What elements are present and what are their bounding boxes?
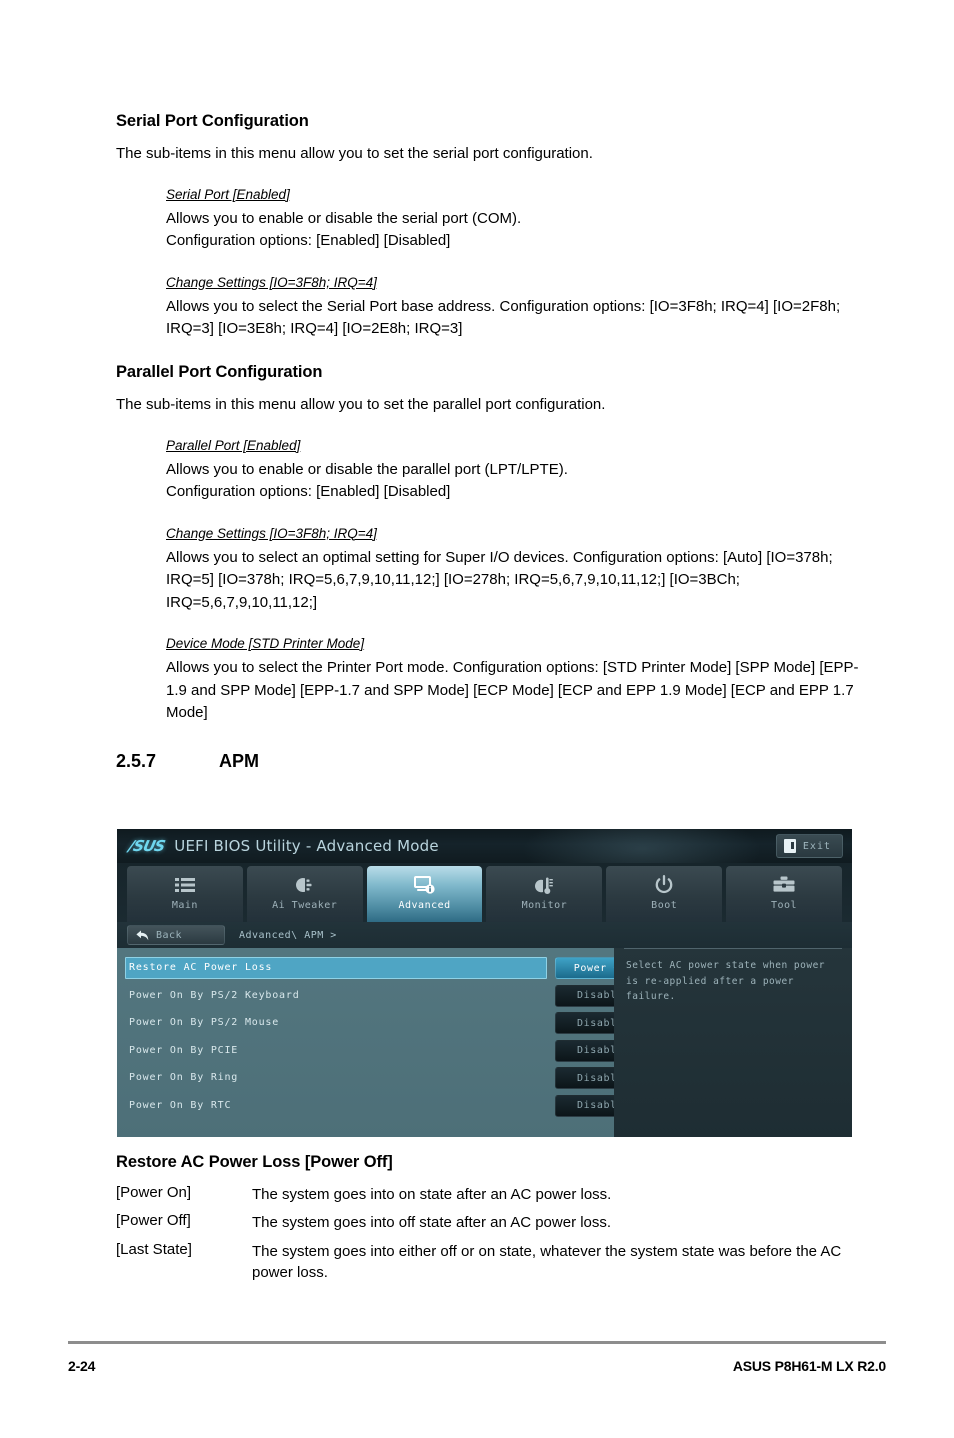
- tab-ai-tweaker[interactable]: Ai Tweaker: [246, 866, 363, 922]
- serial-port-items: Serial Port [Enabled] Allows you to enab…: [166, 187, 876, 341]
- tab-tool[interactable]: Tool: [726, 866, 842, 922]
- manual-page: Serial Port Configuration The sub-items …: [0, 0, 954, 1438]
- item-line: Configuration options: [Enabled] [Disabl…: [166, 232, 451, 250]
- item-title-device-mode: Device Mode [STD Printer Mode]: [166, 636, 365, 651]
- list-icon: [174, 873, 195, 897]
- item-title-parallel-port: Parallel Port [Enabled]: [166, 437, 301, 453]
- definition-row-power-on: [Power On] The system goes into on state…: [116, 1184, 876, 1205]
- toolbox-icon: [773, 873, 795, 897]
- exit-door-icon: [783, 839, 796, 853]
- setting-row-power-on-ps2-keyboard[interactable]: Power On By PS/2 Keyboard Disabled: [117, 982, 652, 1010]
- section-heading-serial-port: Serial Port Configuration: [116, 112, 309, 130]
- setting-label: Power On By PS/2 Keyboard: [129, 989, 300, 1001]
- definition-row-power-off: [Power Off] The system goes into off sta…: [116, 1212, 876, 1233]
- item-body-serial-change-settings: Allows you to select the Serial Port bas…: [166, 297, 841, 338]
- tab-tool-label: Tool: [771, 900, 798, 911]
- definition-row-last-state: [Last State] The system goes into either…: [116, 1241, 876, 1284]
- definition-value: The system goes into either off or on st…: [252, 1242, 842, 1281]
- numbered-heading-apm: 2.5.7 APM: [116, 751, 876, 772]
- back-button[interactable]: Back: [127, 925, 225, 945]
- setting-heading-restore-ac-power-loss: Restore AC Power Loss [Power Off]: [116, 1153, 393, 1171]
- breadcrumb: Advanced\ APM >: [239, 929, 337, 941]
- definition-value: The system goes into off state after an …: [252, 1214, 612, 1232]
- power-icon: [654, 873, 674, 897]
- back-arrow-icon: [136, 926, 149, 945]
- thermometer-fan-icon: [533, 873, 555, 897]
- footer-model-name: ASUS P8H61-M LX R2.0: [732, 1358, 886, 1374]
- tweak-icon: [294, 873, 316, 897]
- advanced-monitor-icon: [413, 873, 436, 897]
- section-heading-parallel-port: Parallel Port Configuration: [116, 362, 323, 381]
- tab-ai-tweaker-label: Ai Tweaker: [272, 900, 338, 911]
- heading-title: APM: [219, 750, 259, 771]
- tab-boot-label: Boot: [651, 900, 678, 911]
- settings-list: Restore AC Power Loss Power Off Power On…: [117, 948, 652, 1137]
- bios-content-area: Restore AC Power Loss Power Off Power On…: [117, 948, 852, 1137]
- page-number: 2-24: [68, 1358, 96, 1374]
- setting-label: Power On By PS/2 Mouse: [129, 1017, 280, 1029]
- definition-value: The system goes into on state after an A…: [252, 1186, 612, 1203]
- document-lower: Restore AC Power Loss [Power Off] [Power…: [116, 1153, 876, 1290]
- tab-monitor-label: Monitor: [521, 900, 568, 911]
- page-footer: 2-24 ASUS P8H61-M LX R2.0: [68, 1358, 886, 1374]
- breadcrumb-row: Back Advanced\ APM >: [117, 922, 852, 948]
- item-body-serial-port: Allows you to enable or disable the seri…: [166, 208, 876, 253]
- setting-row-power-on-ps2-mouse[interactable]: Power On By PS/2 Mouse Disabled: [117, 1009, 652, 1037]
- tab-boot[interactable]: Boot: [606, 866, 723, 922]
- heading-number: 2.5.7: [116, 750, 157, 771]
- help-panel: Select AC power state when power is re-a…: [614, 948, 852, 1137]
- item-line: Configuration options: [Enabled] [Disabl…: [166, 483, 451, 500]
- item-line: Allows you to enable or disable the para…: [166, 460, 568, 478]
- setting-row-power-on-pcie[interactable]: Power On By PCIE Disabled: [117, 1037, 652, 1065]
- asus-logo-icon: /SUS: [127, 837, 167, 855]
- definition-key: [Last State]: [116, 1240, 192, 1258]
- bios-screenshot-figure: /SUS UEFI BIOS Utility - Advanced Mode E…: [117, 829, 852, 1137]
- bios-header-bar: /SUS UEFI BIOS Utility - Advanced Mode E…: [117, 829, 852, 863]
- tab-advanced[interactable]: Advanced: [366, 866, 483, 922]
- item-body-parallel-port: Allows you to enable or disable the para…: [166, 459, 876, 504]
- tab-monitor[interactable]: Monitor: [486, 866, 603, 922]
- item-title-parallel-change-settings: Change Settings [IO=3F8h; IRQ=4]: [166, 525, 377, 541]
- section-intro-parallel-port: The sub-items in this menu allow you to …: [116, 395, 606, 413]
- document-upper: Serial Port Configuration The sub-items …: [116, 112, 876, 788]
- bios-utility-title: UEFI BIOS Utility - Advanced Mode: [174, 837, 439, 855]
- tab-main-label: Main: [171, 900, 198, 911]
- definition-key: [Power On]: [116, 1184, 192, 1201]
- setting-row-power-on-ring[interactable]: Power On By Ring Disabled: [117, 1064, 652, 1092]
- tab-main[interactable]: Main: [127, 866, 243, 922]
- setting-row-power-on-rtc[interactable]: Power On By RTC Disabled: [117, 1092, 652, 1120]
- parallel-port-items: Parallel Port [Enabled] Allows you to en…: [166, 438, 876, 725]
- bios-tab-bar: Main Ai Tweaker Advanced Monitor Boot To…: [117, 863, 852, 922]
- item-body-parallel-change-settings: Allows you to select an optimal setting …: [166, 548, 833, 611]
- item-title-serial-change-settings: Change Settings [IO=3F8h; IRQ=4]: [166, 274, 377, 290]
- item-title-serial-port: Serial Port [Enabled]: [166, 186, 290, 202]
- setting-row-restore-ac-power-loss[interactable]: Restore AC Power Loss Power Off: [117, 954, 652, 982]
- help-text: Select AC power state when power is re-a…: [626, 960, 826, 1003]
- item-line: Allows you to enable or disable the seri…: [166, 209, 522, 227]
- tab-advanced-label: Advanced: [398, 900, 451, 911]
- footer-divider: [68, 1341, 886, 1344]
- back-button-label: Back: [156, 929, 183, 941]
- exit-button-label: Exit: [802, 840, 831, 852]
- exit-button[interactable]: Exit: [775, 834, 843, 858]
- setting-label: Restore AC Power Loss: [129, 962, 273, 974]
- setting-label: Power On By Ring: [129, 1072, 239, 1084]
- definition-key: [Power Off]: [116, 1212, 191, 1230]
- setting-label: Power On By PCIE: [129, 1044, 239, 1056]
- item-body-device-mode: Allows you to select the Printer Port mo…: [166, 659, 859, 721]
- section-intro-serial-port: The sub-items in this menu allow you to …: [116, 145, 593, 162]
- setting-label: Power On By RTC: [129, 1099, 232, 1111]
